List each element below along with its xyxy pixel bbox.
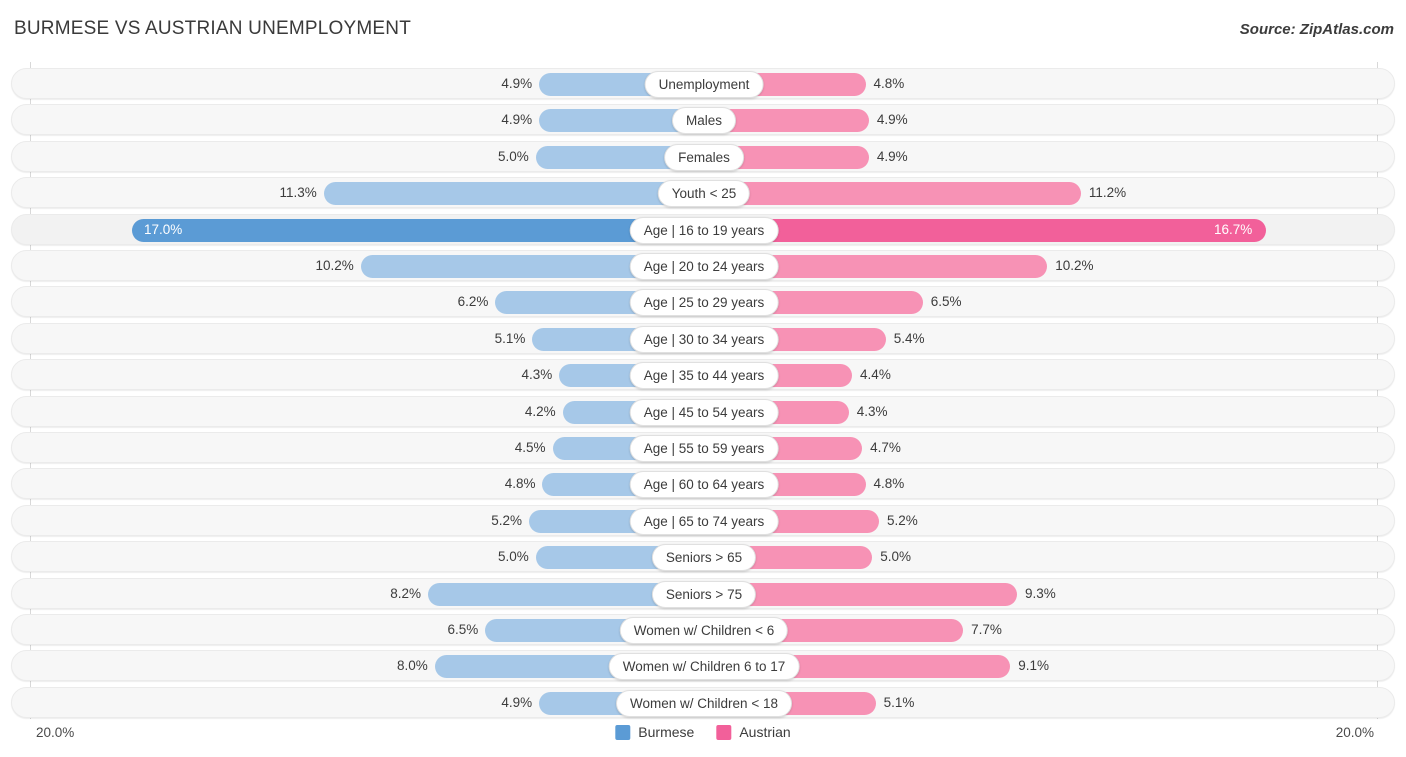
category-label-pill[interactable]: Females [664,143,744,171]
legend-item[interactable]: Austrian [716,724,791,740]
value-label-right: 5.4% [893,330,925,346]
table-row[interactable]: 5.0% 5.0% Seniors > 65 [11,541,1395,573]
value-label-right: 4.9% [876,112,908,128]
chart-header: BURMESE VS AUSTRIAN UNEMPLOYMENT Source:… [0,0,1406,60]
table-row[interactable]: 10.2% 10.2% Age | 20 to 24 years [11,250,1395,281]
table-row[interactable]: 4.3% 4.4% Age | 35 to 44 years [11,359,1395,391]
category-label-pill[interactable]: Women w/ Children 6 to 17 [608,653,800,681]
source-attribution: Source: ZipAtlas.com [1239,21,1394,38]
value-label-right: 4.8% [873,476,905,492]
value-label-left: 5.2% [491,512,523,528]
table-row[interactable]: 8.0% 9.1% Women w/ Children 6 to 17 [11,650,1395,682]
value-label-left: 4.8% [504,476,536,492]
chart-plot-area: 4.9% 4.8% Unemployment 4.9% 4.9% Males 5.0% 4.9… [0,62,1406,719]
value-label-left: 4.9% [501,694,533,710]
table-row[interactable]: 17.0% 16.7% Age | 16 to 19 years [11,213,1395,245]
value-label-left: 5.1% [494,330,526,346]
table-row[interactable]: 4.9% 4.8% Unemployment [11,68,1395,99]
axis-label-left: 20.0% [36,725,75,740]
value-label-right: 4.7% [870,440,901,455]
category-label-pill[interactable]: Age | 45 to 54 years [629,398,779,426]
category-label-pill[interactable]: Seniors > 75 [651,580,757,608]
value-label-right: 7.7% [971,622,1002,637]
value-label-left: 4.9% [501,76,533,91]
category-label-pill[interactable]: Age | 65 to 74 years [629,507,779,535]
table-row[interactable]: 4.9% 4.9% Males [11,104,1395,136]
value-label-left: 17.0% [143,221,183,237]
value-label-left: 11.3% [279,185,317,201]
category-label-pill[interactable]: Age | 16 to 19 years [629,216,779,244]
table-row[interactable]: 4.8% 4.8% Age | 60 to 64 years [11,468,1395,500]
value-label-left: 6.5% [447,622,479,637]
value-label-left: 4.9% [501,112,533,128]
value-label-right: 5.1% [883,694,915,710]
chart-legend: Burmese Austrian [615,724,791,740]
value-label-right: 11.2% [1088,185,1127,201]
category-label-pill[interactable]: Age | 35 to 44 years [629,362,779,390]
table-row[interactable]: 4.2% 4.3% Age | 45 to 54 years [11,395,1395,427]
value-label-right: 5.2% [886,512,918,528]
value-label-left: 10.2% [315,258,354,273]
bar-left-burmese [131,218,704,242]
legend-swatch-icon [716,724,732,740]
value-label-right: 10.2% [1055,258,1094,273]
table-row[interactable]: 8.2% 9.3% Seniors > 75 [11,577,1395,609]
legend-label: Burmese [638,724,695,740]
value-label-left: 8.0% [397,658,428,674]
table-row[interactable]: 5.0% 4.9% Females [11,140,1395,172]
axis-label-right: 20.0% [1335,725,1374,740]
page-title: BURMESE VS AUSTRIAN UNEMPLOYMENT [14,18,412,39]
category-label-pill[interactable]: Age | 20 to 24 years [629,253,779,280]
category-label-pill[interactable]: Age | 30 to 34 years [629,325,779,353]
category-label-pill[interactable]: Unemployment [644,71,764,98]
category-label-pill[interactable]: Age | 25 to 29 years [629,289,779,317]
value-label-right: 6.5% [930,294,962,310]
legend-swatch-icon [615,724,631,740]
category-label-pill[interactable]: Seniors > 65 [651,544,757,572]
chart-footer: 20.0% 20.0% Burmese Austrian [0,719,1406,757]
table-row[interactable]: 4.5% 4.7% Age | 55 to 59 years [11,432,1395,463]
category-label-pill[interactable]: Women w/ Children < 18 [616,689,792,717]
value-label-right: 4.4% [860,367,891,383]
value-label-left: 4.5% [514,440,546,455]
value-label-right: 16.7% [1213,221,1253,237]
bar-right-austrian [704,218,1266,242]
table-row[interactable]: 4.9% 5.1% Women w/ Children < 18 [11,686,1395,718]
category-label-pill[interactable]: Males [671,107,737,135]
value-label-right: 4.3% [856,403,888,419]
value-label-right: 9.3% [1024,585,1056,601]
table-row[interactable]: 6.2% 6.5% Age | 25 to 29 years [11,286,1395,318]
value-label-left: 4.3% [521,367,553,383]
value-label-right: 9.1% [1018,658,1049,674]
value-label-left: 8.2% [390,585,422,601]
value-label-left: 4.2% [524,403,556,419]
value-label-left: 6.2% [457,294,489,310]
table-row[interactable]: 5.2% 5.2% Age | 65 to 74 years [11,504,1395,536]
value-label-right: 4.9% [876,148,908,164]
value-label-left: 5.0% [497,148,529,164]
category-label-pill[interactable]: Youth < 25 [657,180,751,208]
category-label-pill[interactable]: Women w/ Children < 6 [619,617,789,644]
legend-item[interactable]: Burmese [615,724,694,740]
value-label-right: 5.0% [880,549,912,565]
table-row[interactable]: 5.1% 5.4% Age | 30 to 34 years [11,322,1395,354]
table-row[interactable]: 6.5% 7.7% Women w/ Children < 6 [11,614,1395,645]
category-label-pill[interactable]: Age | 55 to 59 years [629,435,779,462]
table-row[interactable]: 11.3% 11.2% Youth < 25 [11,177,1395,209]
bar-left-burmese [323,182,704,206]
bar-right-austrian [704,182,1081,206]
value-label-right: 4.8% [873,76,905,91]
category-label-pill[interactable]: Age | 60 to 64 years [629,471,779,499]
value-label-left: 5.0% [497,549,529,565]
legend-label: Austrian [739,724,791,740]
